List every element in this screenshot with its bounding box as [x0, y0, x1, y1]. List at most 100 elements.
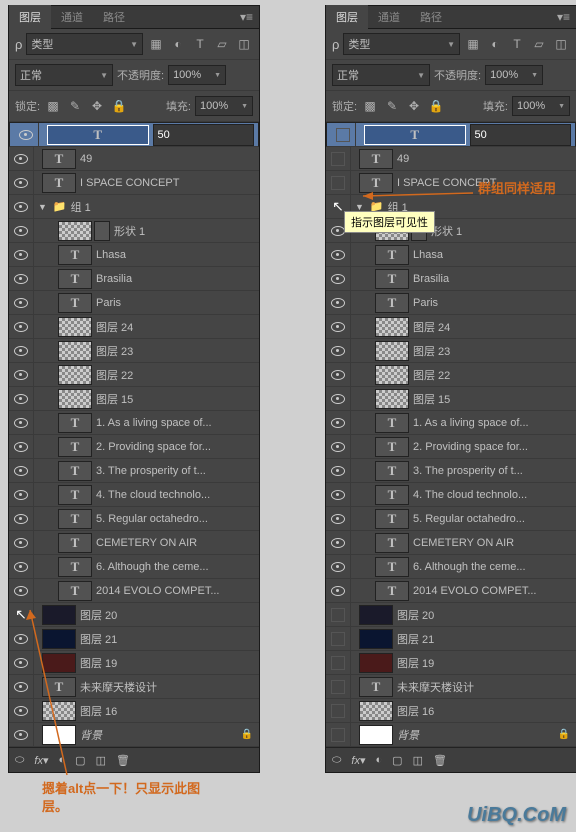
layer-row[interactable]: TCEMETERY ON AIR [9, 531, 259, 555]
visibility-toggle[interactable] [326, 627, 351, 650]
layer-row[interactable]: 图层 16 [326, 699, 576, 723]
visibility-toggle[interactable] [326, 699, 351, 722]
layer-row[interactable]: 图层 20 [326, 603, 576, 627]
visibility-toggle[interactable] [326, 411, 351, 434]
new-layer-icon[interactable]: ◫ [413, 754, 423, 767]
lock-all-icon[interactable]: 🔒 [427, 97, 445, 115]
lock-pixels-icon[interactable]: ✎ [66, 97, 84, 115]
blend-mode-select[interactable]: 正常▼ [15, 64, 113, 86]
layer-style-icon[interactable]: fx▾ [34, 754, 48, 767]
layer-row[interactable]: 图层 24 [326, 315, 576, 339]
layer-row[interactable]: 图层 19 [9, 651, 259, 675]
visibility-toggle[interactable] [9, 531, 34, 554]
expand-icon[interactable]: ▼ [355, 202, 364, 212]
layer-name[interactable]: 图层 16 [397, 703, 576, 719]
layer-name[interactable]: Brasilia [413, 273, 576, 285]
visibility-toggle[interactable] [9, 363, 34, 386]
layer-name[interactable]: 1. As a living space of... [96, 417, 259, 429]
layer-name[interactable]: 4. The cloud technolo... [96, 489, 259, 501]
visibility-toggle[interactable] [326, 651, 351, 674]
visibility-toggle[interactable] [9, 651, 34, 674]
layer-row[interactable]: 图层 21 [326, 627, 576, 651]
visibility-toggle[interactable] [326, 723, 351, 746]
layer-name[interactable]: 2014 EVOLO COMPET... [413, 585, 576, 597]
visibility-toggle[interactable] [9, 339, 34, 362]
layer-name[interactable]: Paris [96, 297, 259, 309]
layer-mask-icon[interactable]: ◐ [59, 754, 66, 766]
visibility-toggle[interactable] [326, 483, 351, 506]
layer-row[interactable]: T未来摩天楼设计 [326, 675, 576, 699]
visibility-toggle[interactable] [326, 243, 351, 266]
layer-row[interactable]: T2014 EVOLO COMPET... [326, 579, 576, 603]
delete-layer-icon[interactable]: 🗑 [433, 754, 447, 767]
layer-name[interactable]: 2014 EVOLO COMPET... [96, 585, 259, 597]
layer-name[interactable]: 图层 19 [80, 655, 259, 671]
visibility-toggle[interactable] [9, 147, 34, 170]
visibility-toggle[interactable] [326, 147, 351, 170]
filter-adjust-icon[interactable]: ◐ [169, 35, 187, 53]
panel-menu-icon[interactable]: ▾≡ [551, 10, 576, 24]
visibility-toggle[interactable] [9, 579, 34, 602]
layer-name[interactable]: 50 [470, 124, 572, 146]
layer-name[interactable]: 4. The cloud technolo... [413, 489, 576, 501]
filter-text-icon[interactable]: T [191, 35, 209, 53]
tab-layers[interactable]: 图层 [9, 5, 51, 29]
layer-row[interactable]: T2. Providing space for... [326, 435, 576, 459]
layer-name[interactable]: 图层 23 [96, 343, 259, 359]
visibility-toggle[interactable] [9, 459, 34, 482]
tab-layers[interactable]: 图层 [326, 5, 368, 29]
layer-name[interactable]: I SPACE CONCEPT [80, 177, 259, 189]
new-group-icon[interactable]: ▢ [392, 754, 402, 767]
visibility-toggle[interactable] [9, 411, 34, 434]
visibility-toggle[interactable] [9, 195, 34, 218]
layer-style-icon[interactable]: fx▾ [351, 754, 365, 767]
visibility-toggle[interactable] [9, 555, 34, 578]
link-layers-icon[interactable]: ⬭ [15, 754, 24, 767]
layer-row[interactable]: TLhasa [9, 243, 259, 267]
layer-name[interactable]: 图层 22 [413, 367, 576, 383]
layer-row[interactable]: 背景🔒 [9, 723, 259, 747]
layer-row[interactable]: T6. Although the ceme... [9, 555, 259, 579]
new-layer-icon[interactable]: ◫ [96, 754, 106, 767]
layer-row[interactable]: 图层 21 [9, 627, 259, 651]
visibility-toggle[interactable] [326, 315, 351, 338]
layer-name[interactable]: 图层 15 [96, 391, 259, 407]
layer-name[interactable]: 49 [397, 153, 576, 165]
fill-value[interactable]: 100%▼ [195, 96, 253, 116]
filter-shape-icon[interactable]: ▱ [213, 35, 231, 53]
visibility-toggle[interactable] [9, 435, 34, 458]
layer-name[interactable]: 图层 20 [397, 607, 576, 623]
visibility-toggle[interactable] [326, 171, 351, 194]
visibility-toggle[interactable] [326, 435, 351, 458]
layer-name[interactable]: CEMETERY ON AIR [96, 537, 259, 549]
visibility-toggle[interactable] [331, 123, 356, 146]
layer-mask-icon[interactable]: ◐ [376, 754, 383, 766]
filter-pixel-icon[interactable]: ▦ [464, 35, 482, 53]
lock-pixels-icon[interactable]: ✎ [383, 97, 401, 115]
expand-icon[interactable]: ▼ [38, 202, 47, 212]
lock-all-icon[interactable]: 🔒 [110, 97, 128, 115]
layer-row[interactable]: 图层 24 [9, 315, 259, 339]
layer-name[interactable]: Brasilia [96, 273, 259, 285]
filter-adjust-icon[interactable]: ◐ [486, 35, 504, 53]
new-group-icon[interactable]: ▢ [75, 754, 85, 767]
visibility-toggle[interactable] [9, 267, 34, 290]
visibility-toggle[interactable] [9, 315, 34, 338]
visibility-toggle[interactable] [326, 387, 351, 410]
layer-row[interactable]: T4. The cloud technolo... [9, 483, 259, 507]
layer-row[interactable]: 图层 16 [9, 699, 259, 723]
layer-row[interactable]: T50 [9, 122, 259, 147]
tab-paths[interactable]: 路径 [410, 5, 452, 29]
visibility-toggle[interactable] [9, 483, 34, 506]
layer-name[interactable]: 图层 19 [397, 655, 576, 671]
visibility-toggle[interactable] [326, 603, 351, 626]
visibility-toggle[interactable] [326, 579, 351, 602]
layer-row[interactable]: 图层 22 [326, 363, 576, 387]
filter-type-select[interactable]: 类型▼ [26, 33, 143, 55]
layer-name[interactable]: 2. Providing space for... [96, 441, 259, 453]
layer-row[interactable]: 图层 23 [326, 339, 576, 363]
blend-mode-select[interactable]: 正常▼ [332, 64, 430, 86]
visibility-toggle[interactable] [326, 555, 351, 578]
visibility-toggle[interactable] [9, 627, 34, 650]
layer-name[interactable]: 图层 16 [80, 703, 259, 719]
